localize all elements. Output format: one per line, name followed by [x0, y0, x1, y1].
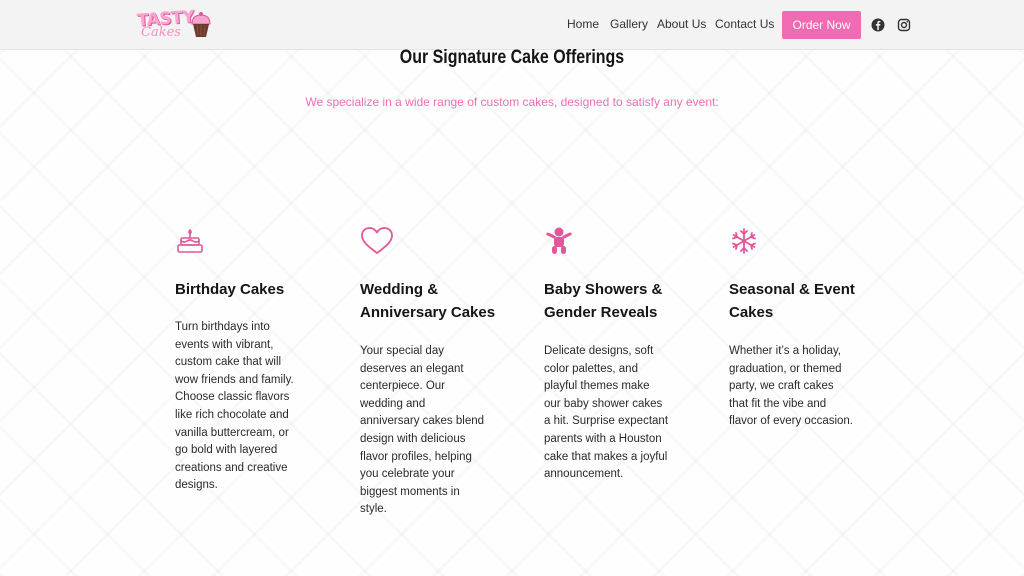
site-header: TASTY Cakes Home Gallery About Us Contac… [0, 0, 1024, 50]
snowflake-icon [732, 228, 756, 254]
birthday-cake-icon [177, 229, 203, 253]
card-description: Whether it’s a holiday, graduation, or t… [729, 345, 854, 428]
card-title: Wedding & Anniversary Cakes [360, 281, 496, 321]
nav-home[interactable]: Home [567, 17, 599, 31]
nav-about-us[interactable]: About Us [657, 17, 706, 31]
card-description: Your special day deserves an elegant cen… [360, 345, 485, 516]
nav-contact-us[interactable]: Contact Us [715, 17, 774, 31]
card-title: Birthday Cakes [175, 281, 285, 298]
card-description: Delicate designs, soft color palettes, a… [544, 345, 669, 481]
baby-icon [546, 227, 572, 254]
heart-icon [361, 227, 393, 254]
logo-text-bottom: Cakes [141, 25, 181, 40]
card-title: Seasonal & Event Cakes [729, 281, 855, 321]
card-birthday-cakes: Birthday Cakes Turn birthdays into event… [175, 226, 335, 491]
nav-gallery[interactable]: Gallery [610, 17, 648, 31]
cupcake-icon [191, 12, 211, 37]
card-wedding-anniversary-cakes: Wedding & Anniversary Cakes Your special… [360, 226, 520, 515]
card-baby-showers-gender-reveals: Baby Showers & Gender Reveals Delicate d… [544, 226, 704, 480]
order-now-button[interactable]: Order Now [782, 11, 861, 39]
card-title: Baby Showers & Gender Reveals [544, 281, 663, 321]
section-title: Our Signature Cake Offerings [399, 47, 625, 68]
instagram-icon[interactable] [897, 18, 911, 32]
card-description: Turn birthdays into events with vibrant,… [175, 321, 294, 492]
section-subtitle: We specialize in a wide range of custom … [305, 95, 719, 109]
card-seasonal-event-cakes: Seasonal & Event Cakes Whether it’s a ho… [729, 226, 889, 427]
facebook-icon[interactable] [871, 18, 885, 32]
logo[interactable]: TASTY Cakes [136, 7, 215, 43]
